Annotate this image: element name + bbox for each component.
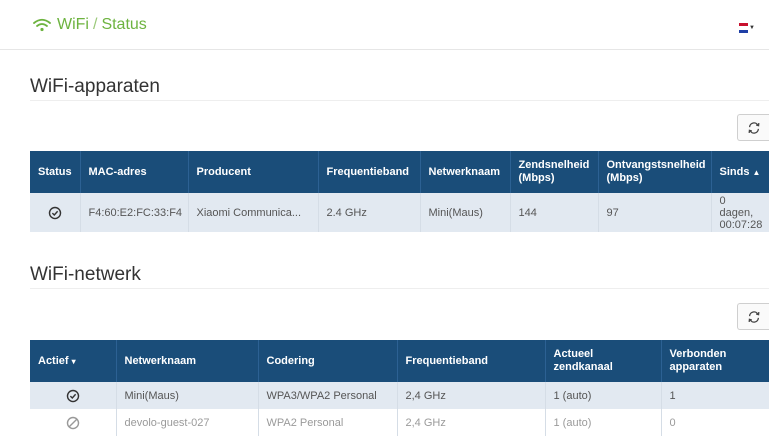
wifi-icon bbox=[33, 18, 51, 32]
col-tx-rate[interactable]: Zendsnelheid (Mbps) bbox=[510, 151, 599, 193]
disabled-circle-icon bbox=[66, 416, 79, 429]
col-status[interactable]: Status bbox=[30, 151, 81, 193]
band-cell: 2.4 GHz bbox=[318, 193, 421, 232]
networks-refresh-button[interactable] bbox=[737, 303, 769, 330]
devices-refresh-button[interactable] bbox=[737, 114, 769, 141]
connected-cell: 0 bbox=[669, 416, 676, 429]
col-rx-rate[interactable]: Ontvangstsnelheid (Mbps) bbox=[598, 151, 712, 193]
network-cell: Mini(Maus) bbox=[116, 382, 259, 409]
tx-cell: 144 bbox=[510, 193, 599, 232]
mac-cell: F4:60:E2:FC:33:F4 bbox=[80, 193, 189, 232]
col-network-name[interactable]: Netwerknaam bbox=[420, 151, 511, 193]
col-mac-address[interactable]: MAC-adres bbox=[80, 151, 189, 193]
language-selector[interactable]: ▼ bbox=[739, 22, 755, 34]
check-circle-icon bbox=[66, 389, 79, 402]
devices-section-title: WiFi-apparaten bbox=[30, 76, 160, 97]
breadcrumb-wifi-link[interactable]: WiFi bbox=[57, 16, 89, 34]
producer-cell: Xiaomi Communica... bbox=[188, 193, 319, 232]
breadcrumb: WiFi / Status bbox=[33, 16, 147, 34]
since-cell: 0 dagen, 00:07:28 bbox=[719, 194, 763, 231]
sort-descending-icon: ▾ bbox=[71, 356, 76, 366]
active-cell bbox=[30, 382, 117, 409]
table-row[interactable]: Mini(Maus) WPA3/WPA2 Personal 2,4 GHz 1 … bbox=[30, 382, 769, 409]
band-cell: 2,4 GHz bbox=[397, 382, 546, 409]
devices-table: Status MAC-adres Producent Frequentieban… bbox=[30, 151, 769, 232]
check-circle-icon bbox=[48, 206, 61, 219]
rx-cell: 97 bbox=[598, 193, 712, 232]
refresh-icon bbox=[748, 121, 759, 134]
networks-table: Actief ▾ Netwerknaam Codering Frequentieb… bbox=[30, 340, 769, 436]
encryption-cell: WPA2 Personal bbox=[258, 409, 398, 436]
table-row[interactable]: devolo-guest-027 WPA2 Personal 2,4 GHz 1… bbox=[30, 409, 769, 436]
refresh-icon bbox=[748, 310, 759, 323]
col-frequency-band[interactable]: Frequentieband bbox=[397, 340, 546, 382]
col-active[interactable]: Actief ▾ bbox=[30, 340, 117, 382]
col-since[interactable]: Sinds ▲ bbox=[711, 151, 769, 193]
col-encryption[interactable]: Codering bbox=[258, 340, 398, 382]
networks-table-header: Actief ▾ Netwerknaam Codering Frequentieb… bbox=[30, 340, 769, 382]
col-network-name[interactable]: Netwerknaam bbox=[116, 340, 259, 382]
col-frequency-band[interactable]: Frequentieband bbox=[318, 151, 421, 193]
devices-section-divider bbox=[30, 100, 769, 101]
channel-cell: 1 (auto) bbox=[545, 409, 662, 436]
band-cell: 2,4 GHz bbox=[397, 409, 546, 436]
network-cell: devolo-guest-027 bbox=[116, 409, 259, 436]
col-current-channel[interactable]: Actueel zendkanaal bbox=[545, 340, 662, 382]
connected-cell: 1 bbox=[669, 389, 676, 402]
channel-cell: 1 (auto) bbox=[545, 382, 662, 409]
networks-section-divider bbox=[30, 288, 769, 289]
networks-section-title: WiFi-netwerk bbox=[30, 264, 141, 285]
breadcrumb-separator: / bbox=[92, 16, 98, 33]
top-bar: WiFi / Status ▼ bbox=[0, 0, 769, 50]
col-connected-devices[interactable]: Verbonden apparaten bbox=[661, 340, 769, 382]
status-cell bbox=[30, 193, 81, 232]
table-row[interactable]: F4:60:E2:FC:33:F4 Xiaomi Communica... 2.… bbox=[30, 193, 769, 232]
network-cell: Mini(Maus) bbox=[420, 193, 511, 232]
encryption-cell: WPA3/WPA2 Personal bbox=[258, 382, 398, 409]
sort-ascending-icon: ▲ bbox=[752, 167, 761, 177]
breadcrumb-current-page: Status bbox=[101, 16, 147, 33]
nl-flag-icon bbox=[739, 23, 749, 33]
active-cell bbox=[30, 409, 117, 436]
devices-table-header: Status MAC-adres Producent Frequentieban… bbox=[30, 151, 769, 193]
chevron-down-icon: ▼ bbox=[749, 25, 755, 31]
col-producer[interactable]: Producent bbox=[188, 151, 319, 193]
